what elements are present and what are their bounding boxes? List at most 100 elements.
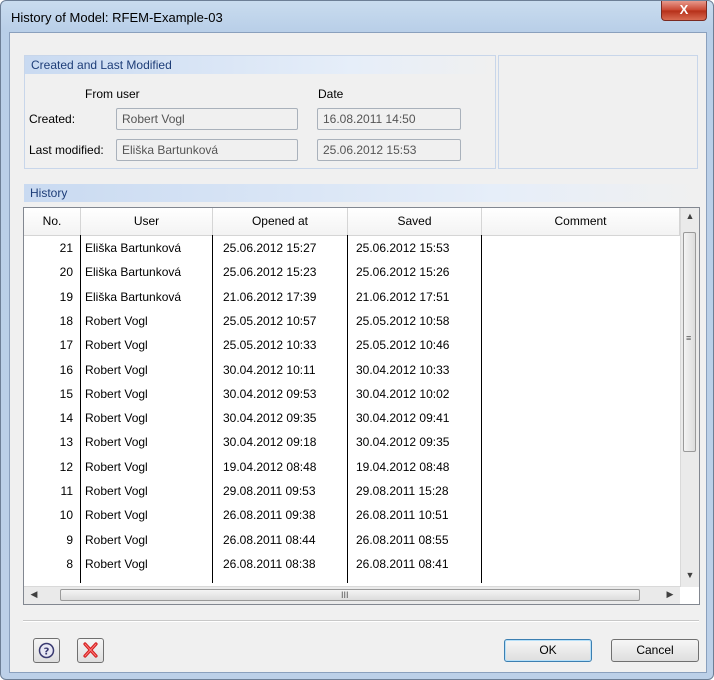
created-date-field[interactable]: 16.08.2011 14:50 — [317, 108, 461, 130]
cell-saved: 25.05.2012 10:58 — [356, 313, 450, 328]
ok-button[interactable]: OK — [504, 639, 592, 662]
cell-user: Eliška Bartunková — [85, 265, 182, 280]
cell-saved: 30.04.2012 09:35 — [356, 435, 450, 450]
cell-user: Robert Vogl — [85, 508, 148, 523]
vertical-scroll-thumb[interactable]: ≡ — [683, 232, 696, 452]
cell-user: Robert Vogl — [85, 556, 148, 571]
cell-no: 16 — [59, 362, 73, 377]
column-header-no[interactable]: No. — [24, 208, 81, 235]
table-row[interactable]: 21 Eliška Bartunková 25.06.2012 15:27 25.06… — [24, 237, 680, 260]
cell-comment — [482, 504, 680, 527]
cell-user: Robert Vogl — [85, 532, 148, 547]
table-row[interactable]: 18 Robert Vogl 25.05.2012 10:57 25.05.2012 … — [24, 310, 680, 333]
cell-user: Robert Vogl — [85, 338, 148, 353]
cell-comment — [482, 261, 680, 284]
cell-comment — [482, 286, 680, 309]
cell-no: 12 — [59, 459, 73, 474]
cell-user: Robert Vogl — [85, 386, 148, 401]
dialog-window: History of Model: RFEM-Example-03 X Crea… — [0, 0, 714, 680]
table-row[interactable]: 11 Robert Vogl 29.08.2011 09:53 29.08.2011 … — [24, 480, 680, 503]
table-row[interactable]: 10 Robert Vogl 26.08.2011 09:38 26.08.2011 … — [24, 504, 680, 527]
table-row[interactable]: 20 Eliška Bartunková 25.06.2012 15:23 25.06… — [24, 261, 680, 284]
cell-comment — [482, 334, 680, 357]
help-button[interactable]: ? — [33, 638, 60, 663]
cell-user: Robert Vogl — [85, 313, 148, 328]
cell-no: 14 — [59, 411, 73, 426]
modified-user-field[interactable]: Eliška Bartunková — [116, 139, 298, 161]
vertical-scrollbar[interactable]: ▲ ≡ ▼ — [680, 208, 699, 587]
cell-no: 21 — [59, 241, 73, 255]
table-row[interactable]: 15 Robert Vogl 30.04.2012 09:53 30.04.2012 … — [24, 383, 680, 406]
cell-no: 18 — [59, 313, 73, 328]
cell-saved: 30.04.2012 09:41 — [356, 411, 450, 426]
cell-saved: 25.05.2012 10:46 — [356, 338, 450, 353]
column-header-saved[interactable]: Saved — [348, 208, 482, 235]
cell-opened: 25.06.2012 15:27 — [223, 241, 317, 255]
cell-no: 13 — [59, 435, 73, 450]
scroll-down-icon[interactable]: ▼ — [682, 570, 698, 580]
close-button[interactable]: X — [661, 1, 707, 21]
cell-comment — [482, 553, 680, 576]
preview-panel — [498, 55, 698, 169]
window-title: History of Model: RFEM-Example-03 — [11, 10, 223, 25]
cell-opened: 25.05.2012 10:33 — [223, 338, 317, 353]
red-x-icon — [83, 642, 98, 658]
cell-comment — [482, 310, 680, 333]
scroll-up-icon[interactable]: ▲ — [682, 211, 698, 221]
cell-no: 9 — [66, 532, 73, 547]
from-user-column-label: From user — [85, 87, 140, 101]
close-icon: X — [679, 2, 689, 17]
table-row[interactable]: 8 Robert Vogl 26.08.2011 08:38 26.08.2011 0… — [24, 553, 680, 576]
cell-opened: 30.04.2012 09:53 — [223, 386, 317, 401]
cell-comment — [482, 383, 680, 406]
table-row[interactable]: 12 Robert Vogl 19.04.2012 08:48 19.04.2012 … — [24, 456, 680, 479]
cell-comment — [482, 237, 680, 260]
table-row[interactable]: 14 Robert Vogl 30.04.2012 09:35 30.04.2012 … — [24, 407, 680, 430]
grip-icon: III — [341, 590, 349, 600]
history-table[interactable]: No. User Opened at Saved Comment 21 Elišk… — [23, 207, 700, 605]
cell-saved: 30.04.2012 10:33 — [356, 362, 450, 377]
cell-comment — [482, 480, 680, 503]
reset-button[interactable] — [77, 638, 104, 663]
cell-opened: 25.06.2012 15:23 — [223, 265, 317, 280]
cell-no: 11 — [60, 484, 73, 498]
cell-user: Eliška Bartunková — [85, 289, 182, 304]
column-header-opened[interactable]: Opened at — [213, 208, 348, 235]
cell-comment — [482, 529, 680, 552]
table-row[interactable]: 9 Robert Vogl 26.08.2011 08:44 26.08.2011 0… — [24, 529, 680, 552]
horizontal-scroll-thumb[interactable]: III — [60, 589, 640, 601]
group-header-history: History — [24, 184, 700, 202]
help-icon: ? — [38, 642, 55, 659]
cell-user: Robert Vogl — [85, 484, 148, 498]
column-divider — [347, 235, 348, 583]
table-row[interactable]: 17 Robert Vogl 25.05.2012 10:33 25.05.2012 … — [24, 334, 680, 357]
cell-saved: 26.08.2011 08:55 — [356, 532, 449, 547]
horizontal-scrollbar[interactable]: ◀ III ▶ — [24, 586, 680, 604]
cell-saved: 26.08.2011 10:51 — [356, 508, 449, 523]
cell-user: Eliška Bartunková — [85, 241, 182, 255]
cell-opened: 29.08.2011 09:53 — [223, 484, 316, 498]
cell-opened: 25.05.2012 10:57 — [223, 313, 317, 328]
cell-no: 20 — [59, 265, 73, 280]
created-user-field[interactable]: Robert Vogl — [116, 108, 298, 130]
cell-no: 8 — [66, 556, 73, 571]
table-header: No. User Opened at Saved Comment — [24, 208, 680, 236]
modified-date-field[interactable]: 25.06.2012 15:53 — [317, 139, 461, 161]
table-row[interactable]: 19 Eliška Bartunková 21.06.2012 17:39 21.06… — [24, 286, 680, 309]
cell-comment — [482, 407, 680, 430]
cell-user: Robert Vogl — [85, 435, 148, 450]
cell-no: 15 — [59, 386, 73, 401]
cancel-button[interactable]: Cancel — [611, 639, 699, 662]
cell-no: 17 — [59, 338, 73, 353]
cell-comment — [482, 431, 680, 454]
column-divider — [212, 235, 213, 583]
cell-user: Robert Vogl — [85, 459, 148, 474]
scroll-left-icon[interactable]: ◀ — [26, 589, 42, 600]
scroll-right-icon[interactable]: ▶ — [662, 589, 678, 600]
column-header-comment[interactable]: Comment — [482, 208, 680, 235]
table-row[interactable]: 13 Robert Vogl 30.04.2012 09:18 30.04.2012 … — [24, 431, 680, 454]
column-header-user[interactable]: User — [81, 208, 213, 235]
table-row[interactable]: 16 Robert Vogl 30.04.2012 10:11 30.04.2012 … — [24, 359, 680, 382]
grip-icon: ≡ — [686, 333, 692, 343]
cell-opened: 26.08.2011 09:38 — [223, 508, 316, 523]
